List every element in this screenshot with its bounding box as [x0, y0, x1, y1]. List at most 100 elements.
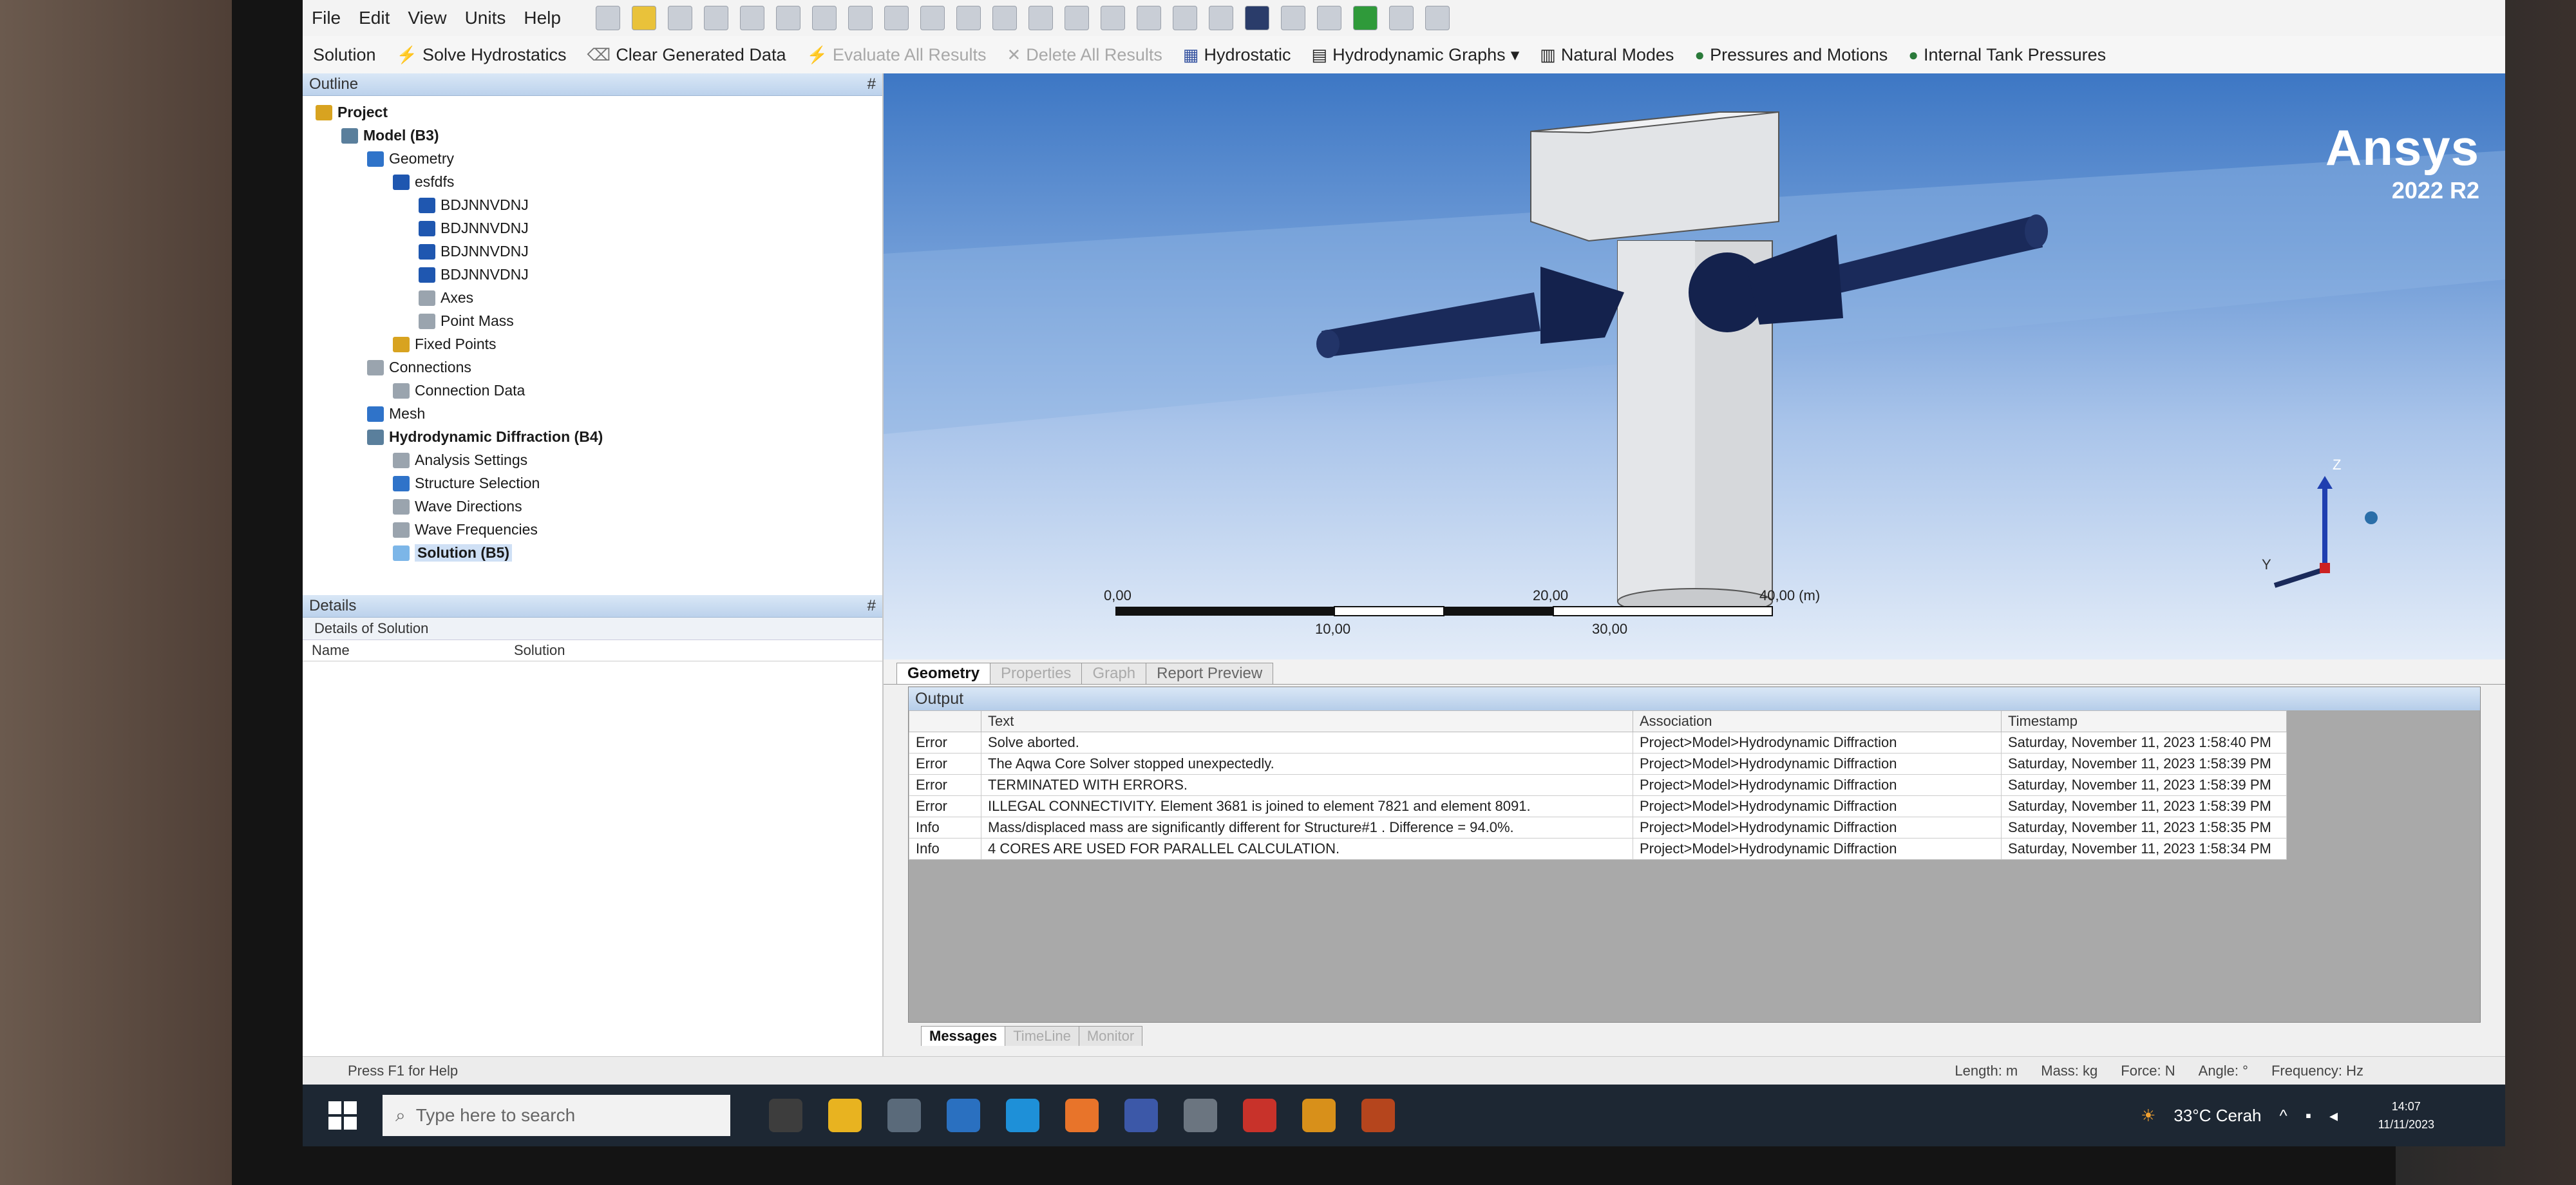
hydrostatic-button[interactable]: ▦ Hydrostatic: [1173, 45, 1302, 65]
tab-report-preview[interactable]: Report Preview: [1146, 663, 1274, 684]
tree-item-body[interactable]: BDJNNVDNJ: [419, 220, 529, 237]
tree-item-hydrodynamic-diffraction[interactable]: Hydrodynamic Diffraction (B4): [367, 428, 603, 446]
teams-icon[interactable]: [1124, 1099, 1158, 1132]
tree-item-analysis-settings[interactable]: Analysis Settings: [393, 451, 527, 469]
windows-start-icon[interactable]: [328, 1101, 357, 1130]
pin-icon[interactable]: #: [867, 75, 876, 93]
tree-item-body[interactable]: BDJNNVDNJ: [419, 243, 529, 260]
edge-icon[interactable]: [1006, 1099, 1039, 1132]
show-body-icon[interactable]: [1316, 6, 1341, 30]
tab-monitor[interactable]: Monitor: [1078, 1026, 1143, 1046]
rotate-180-icon[interactable]: [1172, 6, 1197, 30]
hydrodynamic-graphs-dropdown[interactable]: ▤ Hydrodynamic Graphs ▾: [1302, 45, 1530, 65]
select-vertex-icon[interactable]: [848, 6, 873, 30]
clock[interactable]: 14:07 11/11/2023: [2378, 1097, 2434, 1133]
workbench-icon[interactable]: [1302, 1099, 1336, 1132]
zoom-box-icon[interactable]: [1064, 6, 1089, 30]
menu-file[interactable]: File: [303, 8, 350, 28]
zoom-icon[interactable]: [992, 6, 1017, 30]
tab-graph[interactable]: Graph: [1081, 663, 1147, 684]
edges-icon[interactable]: [1425, 6, 1450, 30]
column-header-association[interactable]: Association: [1633, 710, 2002, 732]
tree-item-structure-selection[interactable]: Structure Selection: [393, 475, 540, 492]
chevron-up-icon[interactable]: ^: [2280, 1106, 2287, 1126]
toolbar-icon[interactable]: [595, 6, 620, 30]
natural-modes-button[interactable]: ▥ Natural Modes: [1530, 45, 1684, 65]
menu-units[interactable]: Units: [456, 8, 515, 28]
tree-item-model[interactable]: Model (B3): [341, 127, 439, 144]
solve-icon[interactable]: [631, 6, 656, 30]
wireframe-icon[interactable]: [1388, 6, 1414, 30]
tree-item-geometry[interactable]: Geometry: [367, 150, 454, 167]
magnifier-icon[interactable]: [1136, 6, 1161, 30]
store-icon[interactable]: [887, 1099, 921, 1132]
weather-text[interactable]: 33°C Cerah: [2174, 1106, 2261, 1126]
tree-item-solution[interactable]: Solution (B5): [393, 544, 513, 562]
tree-item-part[interactable]: esfdfs: [393, 173, 454, 191]
zoom-fit-icon[interactable]: [1100, 6, 1125, 30]
camera-icon[interactable]: [703, 6, 728, 30]
angle-unit[interactable]: Angle: °: [2199, 1063, 2248, 1079]
tree-item-fixed-points[interactable]: Fixed Points: [393, 336, 497, 353]
taskbar-search[interactable]: ⌕ Type here to search: [383, 1095, 730, 1136]
length-unit[interactable]: Length: m: [1955, 1063, 2018, 1079]
table-row[interactable]: Info Mass/displaced mass are significant…: [909, 817, 2287, 839]
tree-item-point-mass[interactable]: Point Mass: [419, 312, 514, 330]
menu-view[interactable]: View: [399, 8, 455, 28]
wps-icon[interactable]: [1243, 1099, 1276, 1132]
graphics-viewport[interactable]: Z Y 0,00 10,00 20,00 30,00 40,00 (m) Ans…: [884, 73, 2505, 659]
select-icon[interactable]: [739, 6, 764, 30]
tree-item-wave-directions[interactable]: Wave Directions: [393, 498, 522, 515]
clear-generated-data-button[interactable]: ⌫ Clear Generated Data: [577, 45, 797, 65]
table-row[interactable]: Error The Aqwa Core Solver stopped unexp…: [909, 753, 2287, 775]
evaluate-all-results-button[interactable]: ⚡ Evaluate All Results: [796, 45, 996, 65]
tree-item-project[interactable]: Project: [316, 104, 388, 121]
solve-hydrostatics-button[interactable]: ⚡ Solve Hydrostatics: [386, 45, 577, 65]
column-header-text[interactable]: Text: [981, 710, 1633, 732]
tab-geometry[interactable]: Geometry: [896, 663, 991, 684]
pan-icon[interactable]: [956, 6, 981, 30]
menu-edit[interactable]: Edit: [350, 8, 399, 28]
force-unit[interactable]: Force: N: [2121, 1063, 2175, 1079]
hide-body-icon[interactable]: [1280, 6, 1305, 30]
task-view-icon[interactable]: [769, 1099, 802, 1132]
select-edge-icon[interactable]: [811, 6, 837, 30]
frequency-unit[interactable]: Frequency: Hz: [2271, 1063, 2363, 1079]
select-body-icon[interactable]: [884, 6, 909, 30]
rotate-icon[interactable]: [920, 6, 945, 30]
tree-item-connection-data[interactable]: Connection Data: [393, 382, 525, 399]
firefox-icon[interactable]: [1065, 1099, 1099, 1132]
delete-all-results-button[interactable]: ✕ Delete All Results: [996, 45, 1172, 65]
tab-messages[interactable]: Messages: [921, 1026, 1006, 1046]
tree-item-mesh[interactable]: Mesh: [367, 405, 425, 422]
table-row[interactable]: Error Solve aborted. Project>Model>Hydro…: [909, 732, 2287, 754]
internal-tank-pressures-button[interactable]: ● Internal Tank Pressures: [1898, 45, 2116, 65]
green-body-icon[interactable]: [1352, 6, 1378, 30]
column-header-timestamp[interactable]: Timestamp: [2001, 710, 2287, 732]
menu-help[interactable]: Help: [515, 8, 570, 28]
pin-icon[interactable]: #: [867, 597, 876, 615]
table-row[interactable]: Info 4 CORES ARE USED FOR PARALLEL CALCU…: [909, 838, 2287, 860]
text-annotation-icon[interactable]: [667, 6, 692, 30]
previous-view-icon[interactable]: [1208, 6, 1233, 30]
mass-unit[interactable]: Mass: kg: [2041, 1063, 2098, 1079]
details-value-cell[interactable]: Solution: [505, 642, 565, 659]
tree-item-wave-frequencies[interactable]: Wave Frequencies: [393, 521, 538, 538]
table-row[interactable]: Error TERMINATED WITH ERRORS. Project>Mo…: [909, 774, 2287, 796]
tree-item-body[interactable]: BDJNNVDNJ: [419, 266, 529, 283]
select-face-icon[interactable]: [775, 6, 800, 30]
tree-item-body[interactable]: BDJNNVDNJ: [419, 196, 529, 214]
app-icon[interactable]: [1184, 1099, 1217, 1132]
aqwa-icon[interactable]: [1361, 1099, 1395, 1132]
mail-icon[interactable]: [947, 1099, 980, 1132]
isometric-view-icon[interactable]: [1244, 6, 1269, 30]
tree-item-axes[interactable]: Axes: [419, 289, 473, 307]
tab-timeline[interactable]: TimeLine: [1005, 1026, 1079, 1046]
table-row[interactable]: Error ILLEGAL CONNECTIVITY. Element 3681…: [909, 795, 2287, 817]
zoom-in-icon[interactable]: [1028, 6, 1053, 30]
file-explorer-icon[interactable]: [828, 1099, 862, 1132]
pressures-motions-button[interactable]: ● Pressures and Motions: [1684, 45, 1898, 65]
volume-icon[interactable]: ◂: [2329, 1106, 2338, 1126]
network-icon[interactable]: ▪: [2306, 1106, 2311, 1126]
tree-item-connections[interactable]: Connections: [367, 359, 471, 376]
